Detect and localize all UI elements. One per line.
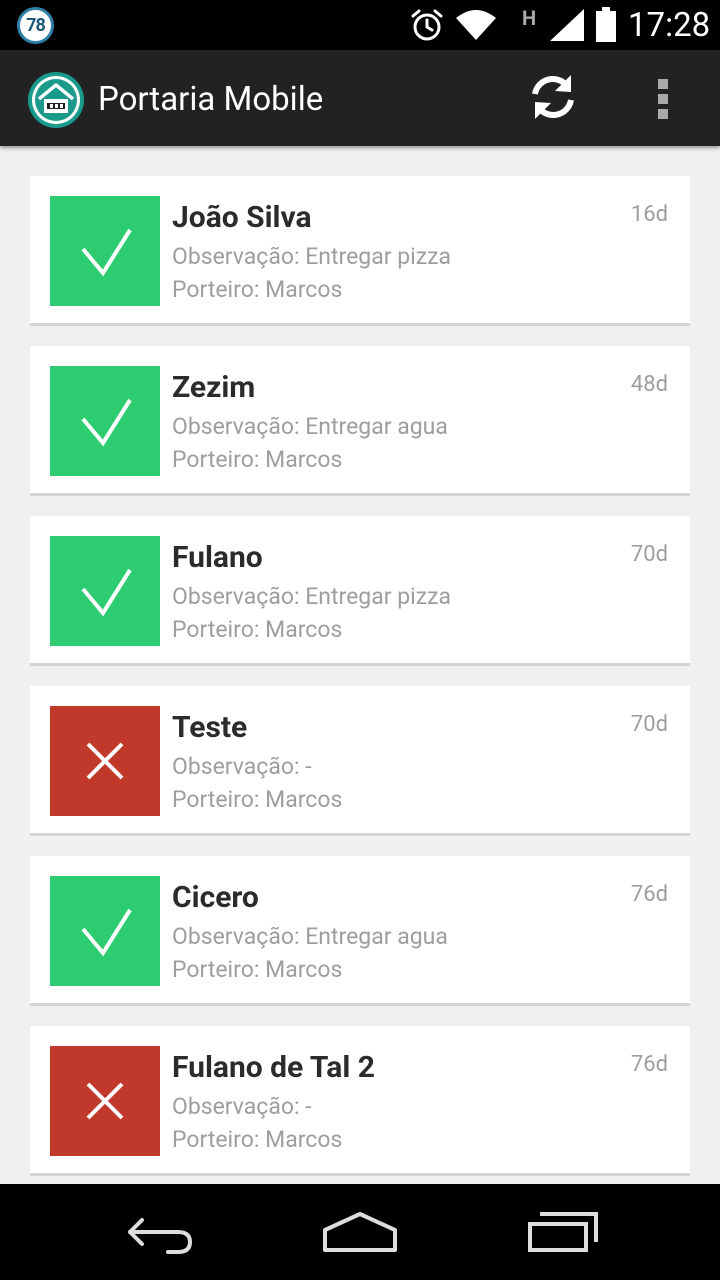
- list-item[interactable]: João Silva Observação: Entregar pizza Port…: [30, 176, 690, 326]
- battery-icon: [596, 7, 616, 42]
- entry-name: Zezim: [172, 370, 256, 405]
- entry-name: Fulano: [172, 540, 263, 575]
- entry-age: 16d: [630, 202, 668, 227]
- notification-badge: 78: [17, 7, 54, 44]
- list-item[interactable]: Fulano Observação: Entregar pizza Porteiro…: [30, 516, 690, 666]
- entry-age: 70d: [630, 542, 668, 567]
- alarm-icon: [411, 9, 443, 41]
- check-icon: [81, 228, 132, 277]
- entry-observation: Observação: -: [172, 1093, 312, 1120]
- status-rejected-badge: [50, 706, 160, 816]
- entry-name: Cicero: [172, 880, 259, 915]
- navigation-bar: [0, 1184, 720, 1280]
- list-item[interactable]: Cicero Observação: Entregar agua Porteiro:…: [30, 856, 690, 1006]
- list-item[interactable]: Fulano de Tal 2 Observação: - Porteiro: Ma…: [30, 1026, 690, 1176]
- entries-list[interactable]: João Silva Observação: Entregar pizza Port…: [0, 146, 720, 1184]
- entry-observation: Observação: -: [172, 753, 312, 780]
- entry-age: 70d: [630, 712, 668, 737]
- status-bar: 78 H 17:28: [0, 0, 720, 50]
- entry-doorman: Porteiro: Marcos: [172, 786, 343, 813]
- check-icon: [81, 568, 132, 617]
- status-approved-badge: [50, 366, 160, 476]
- clock: 17:28: [628, 6, 711, 45]
- status-approved-badge: [50, 876, 160, 986]
- entry-name: Teste: [172, 710, 248, 745]
- list-item[interactable]: Zezim Observação: Entregar agua Porteiro: …: [30, 346, 690, 496]
- overflow-menu-icon[interactable]: [640, 70, 688, 126]
- status-approved-badge: [50, 196, 160, 306]
- entry-observation: Observação: Entregar pizza: [172, 243, 452, 270]
- entry-observation: Observação: Entregar agua: [172, 923, 448, 950]
- entry-doorman: Porteiro: Marcos: [172, 1126, 343, 1153]
- check-icon: [81, 398, 132, 447]
- entry-age: 76d: [630, 882, 668, 907]
- entry-observation: Observação: Entregar pizza: [172, 583, 452, 610]
- list-item[interactable]: Teste Observação: - Porteiro: Marcos 70d: [30, 686, 690, 836]
- entry-age: 76d: [630, 1052, 668, 1077]
- entry-observation: Observação: Entregar agua: [172, 413, 448, 440]
- entry-name: Fulano de Tal 2: [172, 1050, 375, 1085]
- close-icon: [86, 742, 124, 780]
- network-type-label: H: [522, 6, 537, 30]
- check-icon: [81, 908, 132, 957]
- entry-doorman: Porteiro: Marcos: [172, 276, 343, 303]
- notification-count: 78: [26, 15, 46, 36]
- back-icon[interactable]: [120, 1204, 200, 1260]
- app-title: Portaria Mobile: [98, 80, 324, 119]
- entry-doorman: Porteiro: Marcos: [172, 956, 343, 983]
- app-logo-icon[interactable]: [27, 71, 85, 129]
- status-approved-badge: [50, 536, 160, 646]
- refresh-icon[interactable]: [524, 68, 582, 126]
- close-icon: [86, 1082, 124, 1120]
- recents-icon[interactable]: [522, 1204, 602, 1260]
- entry-name: João Silva: [172, 200, 312, 235]
- wifi-icon: [456, 10, 496, 40]
- status-rejected-badge: [50, 1046, 160, 1156]
- signal-icon: [550, 9, 584, 41]
- entry-doorman: Porteiro: Marcos: [172, 446, 343, 473]
- entry-doorman: Porteiro: Marcos: [172, 616, 343, 643]
- entry-age: 48d: [630, 372, 668, 397]
- home-icon[interactable]: [320, 1204, 400, 1260]
